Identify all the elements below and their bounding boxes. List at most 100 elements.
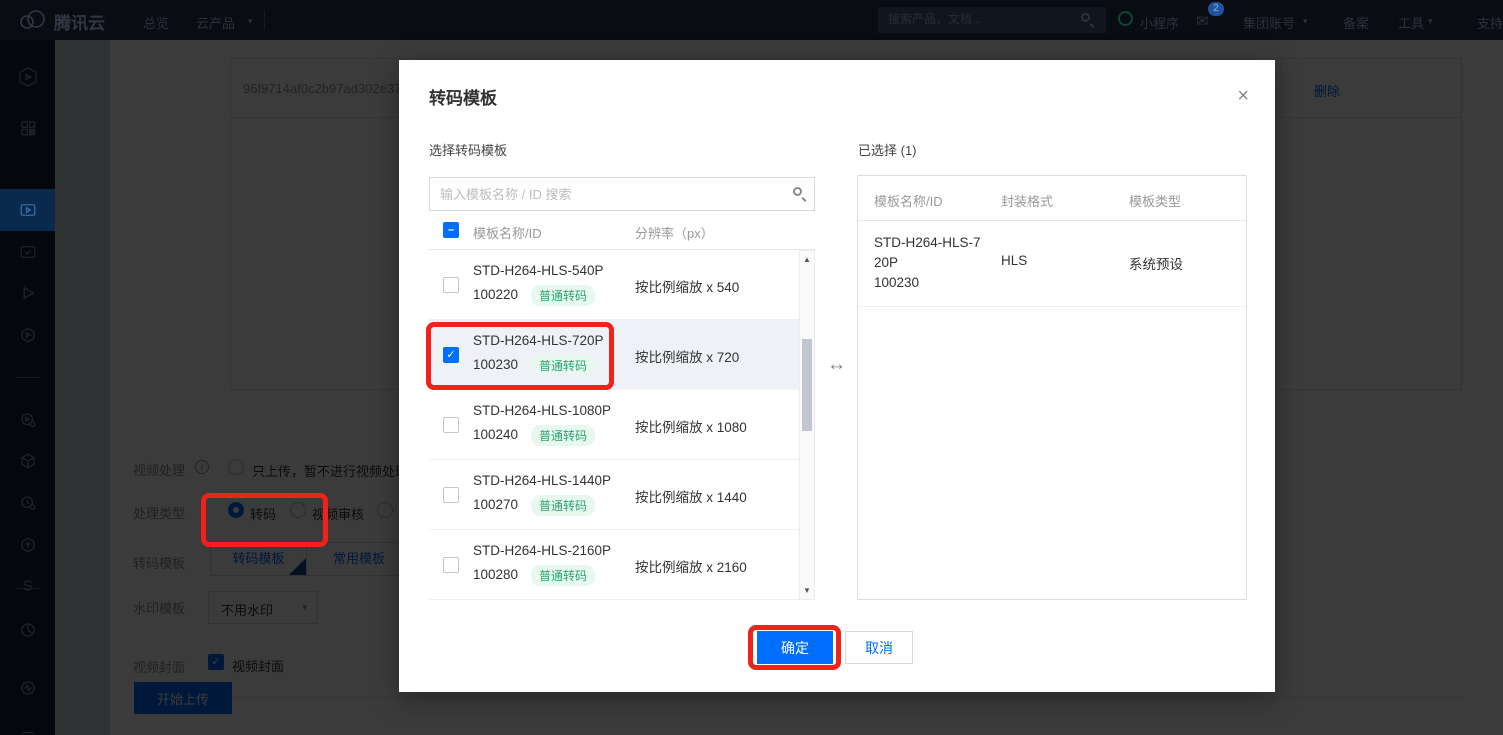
select-all-checkbox[interactable] — [443, 222, 459, 238]
sidebar-item-play-settings[interactable] — [0, 399, 55, 441]
scrollbar[interactable]: ▲ ▼ — [799, 250, 815, 600]
topbar-search-input[interactable] — [888, 7, 1068, 31]
mail-badge[interactable]: 2 — [1208, 2, 1224, 16]
template-id: 100220 — [473, 287, 518, 302]
template-row[interactable]: STD-H264-HLS-540P 100220 普通转码 按比例缩放 x 54… — [429, 250, 799, 320]
sidebar-divider — [15, 588, 40, 589]
sidebar-item-tasks[interactable] — [0, 482, 55, 524]
template-name: STD-H264-HLS-540P — [473, 263, 604, 278]
sidebar-item-hex-play[interactable] — [0, 314, 55, 356]
miniprogram-icon[interactable] — [1118, 11, 1133, 26]
sidebar-item-stats[interactable] — [0, 609, 55, 651]
scroll-down-icon[interactable]: ▼ — [803, 586, 811, 595]
list-header: 模板名称/ID 分辨率（px） — [429, 211, 815, 250]
grid-icon — [19, 119, 37, 137]
template-row[interactable]: STD-H264-HLS-2160P 100280 普通转码 按比例缩放 x 2… — [429, 530, 799, 600]
hexagon-play-icon — [19, 326, 37, 344]
sidebar-item-playback[interactable] — [0, 272, 55, 314]
cancel-button[interactable]: 取消 — [845, 631, 913, 664]
template-row[interactable]: STD-H264-HLS-720P 100230 普通转码 按比例缩放 x 72… — [429, 320, 799, 390]
row-checkbox[interactable] — [443, 557, 459, 573]
topbar-search[interactable] — [878, 7, 1106, 33]
select-template-label: 选择转码模板 — [429, 140, 507, 159]
sidebar-item-media-assets[interactable] — [0, 189, 55, 231]
cube-icon — [19, 452, 37, 470]
tools-menu[interactable]: 工具 — [1398, 13, 1424, 32]
tencent-cloud-logo-text[interactable]: 腾讯云 — [54, 9, 105, 34]
template-name: STD-H264-HLS-1440P — [473, 473, 611, 488]
sidebar — [0, 40, 55, 735]
template-row[interactable]: STD-H264-HLS-1080P 100240 普通转码 按比例缩放 x 1… — [429, 390, 799, 460]
search-icon[interactable] — [1081, 13, 1090, 22]
sidebar-item-monitor[interactable] — [0, 667, 55, 709]
column-type: 模板类型 — [1129, 191, 1181, 210]
account-menu[interactable]: 集团账号 — [1243, 13, 1295, 32]
template-tag: 普通转码 — [531, 355, 595, 376]
pulse-icon — [19, 679, 37, 697]
selected-count-label: 已选择 (1) — [858, 140, 917, 159]
search-icon[interactable] — [793, 187, 802, 196]
column-name: 模板名称/ID — [874, 191, 943, 210]
selected-type: 系统预设 — [1129, 253, 1183, 273]
template-search[interactable] — [429, 177, 815, 211]
template-id: 100270 — [473, 497, 518, 512]
column-format: 封装格式 — [1001, 191, 1053, 210]
selected-format: HLS — [1001, 253, 1027, 268]
template-list: STD-H264-HLS-540P 100220 普通转码 按比例缩放 x 54… — [429, 250, 815, 600]
sidebar-item-menu[interactable] — [0, 716, 55, 735]
template-id: 100280 — [473, 567, 518, 582]
template-resolution: 按比例缩放 x 1080 — [635, 416, 747, 436]
row-checkbox[interactable] — [443, 487, 459, 503]
row-checkbox[interactable] — [443, 417, 459, 433]
selected-row: STD-H264-HLS-720P 100230 HLS 系统预设 — [858, 221, 1246, 307]
clock-gear-icon — [19, 494, 37, 512]
dialog-title: 转码模板 — [429, 84, 497, 109]
template-resolution: 按比例缩放 x 2160 — [635, 556, 747, 576]
template-name: STD-H264-HLS-1080P — [473, 403, 611, 418]
chevron-down-icon: ▾ — [1303, 16, 1308, 27]
play-icon — [19, 284, 37, 302]
nav-cloud-products[interactable]: 云产品 — [196, 13, 235, 32]
sidebar-item-vod-logo[interactable] — [0, 56, 55, 98]
list-icon — [19, 728, 37, 735]
selected-id-text: 100230 — [874, 275, 919, 290]
template-search-input[interactable] — [430, 178, 770, 210]
sidebar-item-upload[interactable] — [0, 524, 55, 566]
selected-panel: 模板名称/ID 封装格式 模板类型 STD-H264-HLS-720P 10023… — [857, 175, 1247, 600]
column-name: 模板名称/ID — [473, 223, 542, 242]
miniprogram-link[interactable]: 小程序 — [1140, 13, 1179, 32]
selected-name-text: STD-H264-HLS-720P — [874, 235, 981, 270]
selected-template-name: STD-H264-HLS-720P 100230 — [874, 233, 982, 293]
scroll-up-icon[interactable]: ▲ — [803, 255, 811, 264]
beian-link[interactable]: 备案 — [1343, 13, 1369, 32]
pie-chart-icon — [19, 621, 37, 639]
row-checkbox[interactable] — [443, 277, 459, 293]
layers-icon — [19, 578, 37, 596]
nav-overview[interactable]: 总览 — [143, 13, 169, 32]
support-menu[interactable]: 支持 — [1477, 13, 1503, 32]
hexagon-upload-icon — [19, 536, 37, 554]
row-checkbox[interactable] — [443, 347, 459, 363]
template-resolution: 按比例缩放 x 720 — [635, 346, 739, 366]
column-resolution: 分辨率（px） — [635, 223, 714, 242]
scrollbar-thumb[interactable] — [802, 339, 812, 431]
tencent-cloud-logo-icon[interactable] — [16, 8, 48, 37]
chevron-down-icon: ▾ — [1428, 16, 1433, 27]
mail-icon[interactable]: ✉ — [1196, 12, 1209, 30]
template-tag: 普通转码 — [531, 565, 595, 586]
topbar-divider — [264, 10, 265, 30]
confirm-button[interactable]: 确定 — [757, 631, 833, 664]
template-row[interactable]: STD-H264-HLS-1440P 100270 普通转码 按比例缩放 x 1… — [429, 460, 799, 530]
check-square-icon — [19, 243, 37, 261]
media-play-icon — [19, 201, 37, 219]
transcode-template-dialog: 转码模板 × 选择转码模板 已选择 (1) 模板名称/ID 分辨率（px） ST… — [399, 60, 1275, 692]
screen: 96f9714af0c2b97ad302e37 删除 视频处理 i 只上传，暂不… — [0, 0, 1503, 735]
template-resolution: 按比例缩放 x 1440 — [635, 486, 747, 506]
sidebar-item-review[interactable] — [0, 231, 55, 273]
sidebar-item-overview[interactable] — [0, 107, 55, 149]
topbar: 腾讯云 总览 云产品 ▾ 小程序 ✉ 2 集团账号 ▾ 备案 工具 ▾ 支持 ▾ — [0, 0, 1503, 40]
sidebar-item-layers[interactable] — [0, 566, 55, 608]
close-icon[interactable]: × — [1237, 86, 1249, 106]
template-list-panel: 模板名称/ID 分辨率（px） STD-H264-HLS-540P 100220… — [429, 177, 815, 600]
sidebar-item-cube[interactable] — [0, 440, 55, 482]
